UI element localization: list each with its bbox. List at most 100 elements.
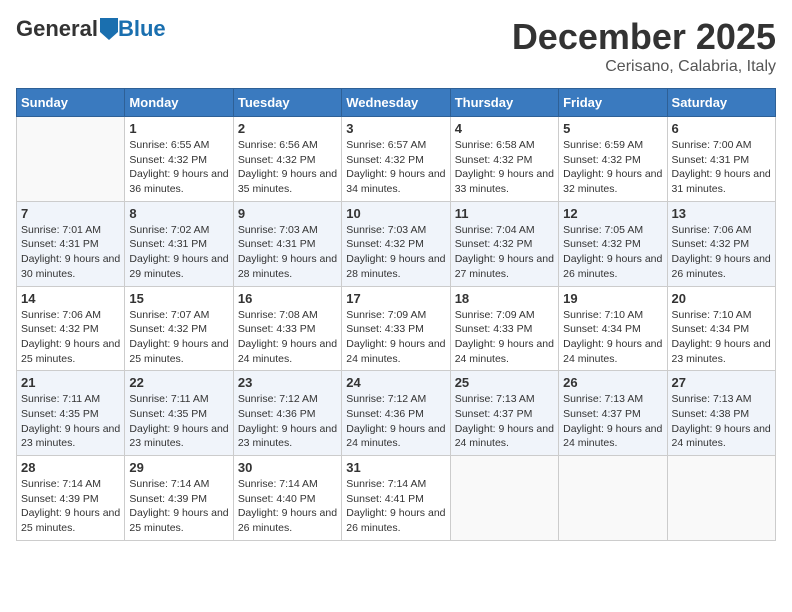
day-info: Sunrise: 7:07 AMSunset: 4:32 PMDaylight:… xyxy=(129,308,228,367)
calendar-cell: 31 Sunrise: 7:14 AMSunset: 4:41 PMDayligh… xyxy=(342,456,450,541)
page-header: General Blue December 2025 Cerisano, Cal… xyxy=(16,16,776,76)
day-info: Sunrise: 7:04 AMSunset: 4:32 PMDaylight:… xyxy=(455,223,554,282)
calendar-cell: 20Sunrise: 7:10 AMSunset: 4:34 PMDayligh… xyxy=(667,286,775,371)
day-info: Sunrise: 7:09 AMSunset: 4:33 PMDaylight:… xyxy=(455,308,554,367)
column-header-sunday: Sunday xyxy=(17,89,125,117)
day-info: Sunrise: 7:02 AMSunset: 4:31 PMDaylight:… xyxy=(129,223,228,282)
calendar-cell xyxy=(667,456,775,541)
day-info: Sunrise: 7:13 AMSunset: 4:37 PMDaylight:… xyxy=(563,392,662,451)
calendar-cell: 5Sunrise: 6:59 AMSunset: 4:32 PMDaylight… xyxy=(559,117,667,202)
calendar-cell xyxy=(559,456,667,541)
day-info: Sunrise: 7:03 AMSunset: 4:32 PMDaylight:… xyxy=(346,223,445,282)
day-number: 9 xyxy=(238,206,337,221)
calendar-week-row: 28 Sunrise: 7:14 AMSunset: 4:39 PMDayligh… xyxy=(17,456,776,541)
calendar-cell: 25 Sunrise: 7:13 AMSunset: 4:37 PMDayligh… xyxy=(450,371,558,456)
day-info: Sunrise: 7:10 AMSunset: 4:34 PMDaylight:… xyxy=(563,308,662,367)
day-info: Sunrise: 7:01 AMSunset: 4:31 PMDaylight:… xyxy=(21,223,120,282)
day-info: Sunrise: 6:57 AMSunset: 4:32 PMDaylight:… xyxy=(346,138,445,197)
calendar-week-row: 1Sunrise: 6:55 AMSunset: 4:32 PMDaylight… xyxy=(17,117,776,202)
day-number: 17 xyxy=(346,291,445,306)
calendar-week-row: 14 Sunrise: 7:06 AMSunset: 4:32 PMDayligh… xyxy=(17,286,776,371)
logo-blue-text: Blue xyxy=(118,16,166,42)
calendar-week-row: 21 Sunrise: 7:11 AMSunset: 4:35 PMDayligh… xyxy=(17,371,776,456)
day-number: 12 xyxy=(563,206,662,221)
day-info: Sunrise: 7:14 AMSunset: 4:39 PMDaylight:… xyxy=(21,477,120,536)
calendar-cell: 7 Sunrise: 7:01 AMSunset: 4:31 PMDaylight… xyxy=(17,201,125,286)
day-number: 30 xyxy=(238,460,337,475)
day-number: 13 xyxy=(672,206,771,221)
day-number: 28 xyxy=(21,460,120,475)
calendar-cell: 21 Sunrise: 7:11 AMSunset: 4:35 PMDayligh… xyxy=(17,371,125,456)
day-number: 24 xyxy=(346,375,445,390)
column-header-thursday: Thursday xyxy=(450,89,558,117)
calendar-cell: 6Sunrise: 7:00 AMSunset: 4:31 PMDaylight… xyxy=(667,117,775,202)
calendar-cell: 16Sunrise: 7:08 AMSunset: 4:33 PMDayligh… xyxy=(233,286,341,371)
day-info: Sunrise: 7:09 AMSunset: 4:33 PMDaylight:… xyxy=(346,308,445,367)
day-number: 25 xyxy=(455,375,554,390)
calendar-cell: 3Sunrise: 6:57 AMSunset: 4:32 PMDaylight… xyxy=(342,117,450,202)
day-number: 16 xyxy=(238,291,337,306)
day-number: 20 xyxy=(672,291,771,306)
calendar-cell: 17 Sunrise: 7:09 AMSunset: 4:33 PMDayligh… xyxy=(342,286,450,371)
calendar-cell: 15 Sunrise: 7:07 AMSunset: 4:32 PMDayligh… xyxy=(125,286,233,371)
day-info: Sunrise: 6:55 AMSunset: 4:32 PMDaylight:… xyxy=(129,138,228,197)
calendar-cell: 10 Sunrise: 7:03 AMSunset: 4:32 PMDayligh… xyxy=(342,201,450,286)
calendar-cell: 19 Sunrise: 7:10 AMSunset: 4:34 PMDayligh… xyxy=(559,286,667,371)
month-title: December 2025 xyxy=(512,16,776,58)
day-info: Sunrise: 7:06 AMSunset: 4:32 PMDaylight:… xyxy=(21,308,120,367)
day-info: Sunrise: 6:58 AMSunset: 4:32 PMDaylight:… xyxy=(455,138,554,197)
calendar-cell: 22 Sunrise: 7:11 AMSunset: 4:35 PMDayligh… xyxy=(125,371,233,456)
calendar-cell: 30Sunrise: 7:14 AMSunset: 4:40 PMDayligh… xyxy=(233,456,341,541)
day-number: 6 xyxy=(672,121,771,136)
calendar-week-row: 7 Sunrise: 7:01 AMSunset: 4:31 PMDaylight… xyxy=(17,201,776,286)
day-info: Sunrise: 7:13 AMSunset: 4:38 PMDaylight:… xyxy=(672,392,771,451)
logo-general-text: General xyxy=(16,16,98,42)
calendar-cell: 28 Sunrise: 7:14 AMSunset: 4:39 PMDayligh… xyxy=(17,456,125,541)
day-number: 19 xyxy=(563,291,662,306)
title-block: December 2025 Cerisano, Calabria, Italy xyxy=(512,16,776,76)
header-row: SundayMondayTuesdayWednesdayThursdayFrid… xyxy=(17,89,776,117)
day-info: Sunrise: 7:14 AMSunset: 4:39 PMDaylight:… xyxy=(129,477,228,536)
calendar-cell: 23Sunrise: 7:12 AMSunset: 4:36 PMDayligh… xyxy=(233,371,341,456)
day-info: Sunrise: 7:03 AMSunset: 4:31 PMDaylight:… xyxy=(238,223,337,282)
day-number: 22 xyxy=(129,375,228,390)
day-info: Sunrise: 7:05 AMSunset: 4:32 PMDaylight:… xyxy=(563,223,662,282)
day-number: 15 xyxy=(129,291,228,306)
calendar-cell: 8 Sunrise: 7:02 AMSunset: 4:31 PMDaylight… xyxy=(125,201,233,286)
day-info: Sunrise: 7:12 AMSunset: 4:36 PMDaylight:… xyxy=(238,392,337,451)
day-number: 8 xyxy=(129,206,228,221)
calendar-cell: 9 Sunrise: 7:03 AMSunset: 4:31 PMDaylight… xyxy=(233,201,341,286)
calendar-cell: 14 Sunrise: 7:06 AMSunset: 4:32 PMDayligh… xyxy=(17,286,125,371)
day-info: Sunrise: 7:14 AMSunset: 4:41 PMDaylight:… xyxy=(346,477,445,536)
day-number: 27 xyxy=(672,375,771,390)
day-info: Sunrise: 7:11 AMSunset: 4:35 PMDaylight:… xyxy=(129,392,228,451)
column-header-saturday: Saturday xyxy=(667,89,775,117)
day-number: 26 xyxy=(563,375,662,390)
logo-icon xyxy=(100,18,118,40)
calendar-cell: 24Sunrise: 7:12 AMSunset: 4:36 PMDayligh… xyxy=(342,371,450,456)
calendar-cell xyxy=(17,117,125,202)
day-number: 31 xyxy=(346,460,445,475)
day-info: Sunrise: 7:06 AMSunset: 4:32 PMDaylight:… xyxy=(672,223,771,282)
logo: General Blue xyxy=(16,16,166,42)
calendar-table: SundayMondayTuesdayWednesdayThursdayFrid… xyxy=(16,88,776,541)
calendar-body: 1Sunrise: 6:55 AMSunset: 4:32 PMDaylight… xyxy=(17,117,776,541)
day-number: 29 xyxy=(129,460,228,475)
day-info: Sunrise: 7:11 AMSunset: 4:35 PMDaylight:… xyxy=(21,392,120,451)
day-number: 18 xyxy=(455,291,554,306)
calendar-cell: 2 Sunrise: 6:56 AMSunset: 4:32 PMDaylight… xyxy=(233,117,341,202)
calendar-cell: 29 Sunrise: 7:14 AMSunset: 4:39 PMDayligh… xyxy=(125,456,233,541)
day-number: 2 xyxy=(238,121,337,136)
day-number: 21 xyxy=(21,375,120,390)
column-header-tuesday: Tuesday xyxy=(233,89,341,117)
calendar-cell xyxy=(450,456,558,541)
day-number: 10 xyxy=(346,206,445,221)
column-header-monday: Monday xyxy=(125,89,233,117)
calendar-cell: 11Sunrise: 7:04 AMSunset: 4:32 PMDayligh… xyxy=(450,201,558,286)
calendar-cell: 18 Sunrise: 7:09 AMSunset: 4:33 PMDayligh… xyxy=(450,286,558,371)
day-info: Sunrise: 6:56 AMSunset: 4:32 PMDaylight:… xyxy=(238,138,337,197)
day-info: Sunrise: 6:59 AMSunset: 4:32 PMDaylight:… xyxy=(563,138,662,197)
day-number: 14 xyxy=(21,291,120,306)
day-info: Sunrise: 7:13 AMSunset: 4:37 PMDaylight:… xyxy=(455,392,554,451)
day-number: 7 xyxy=(21,206,120,221)
